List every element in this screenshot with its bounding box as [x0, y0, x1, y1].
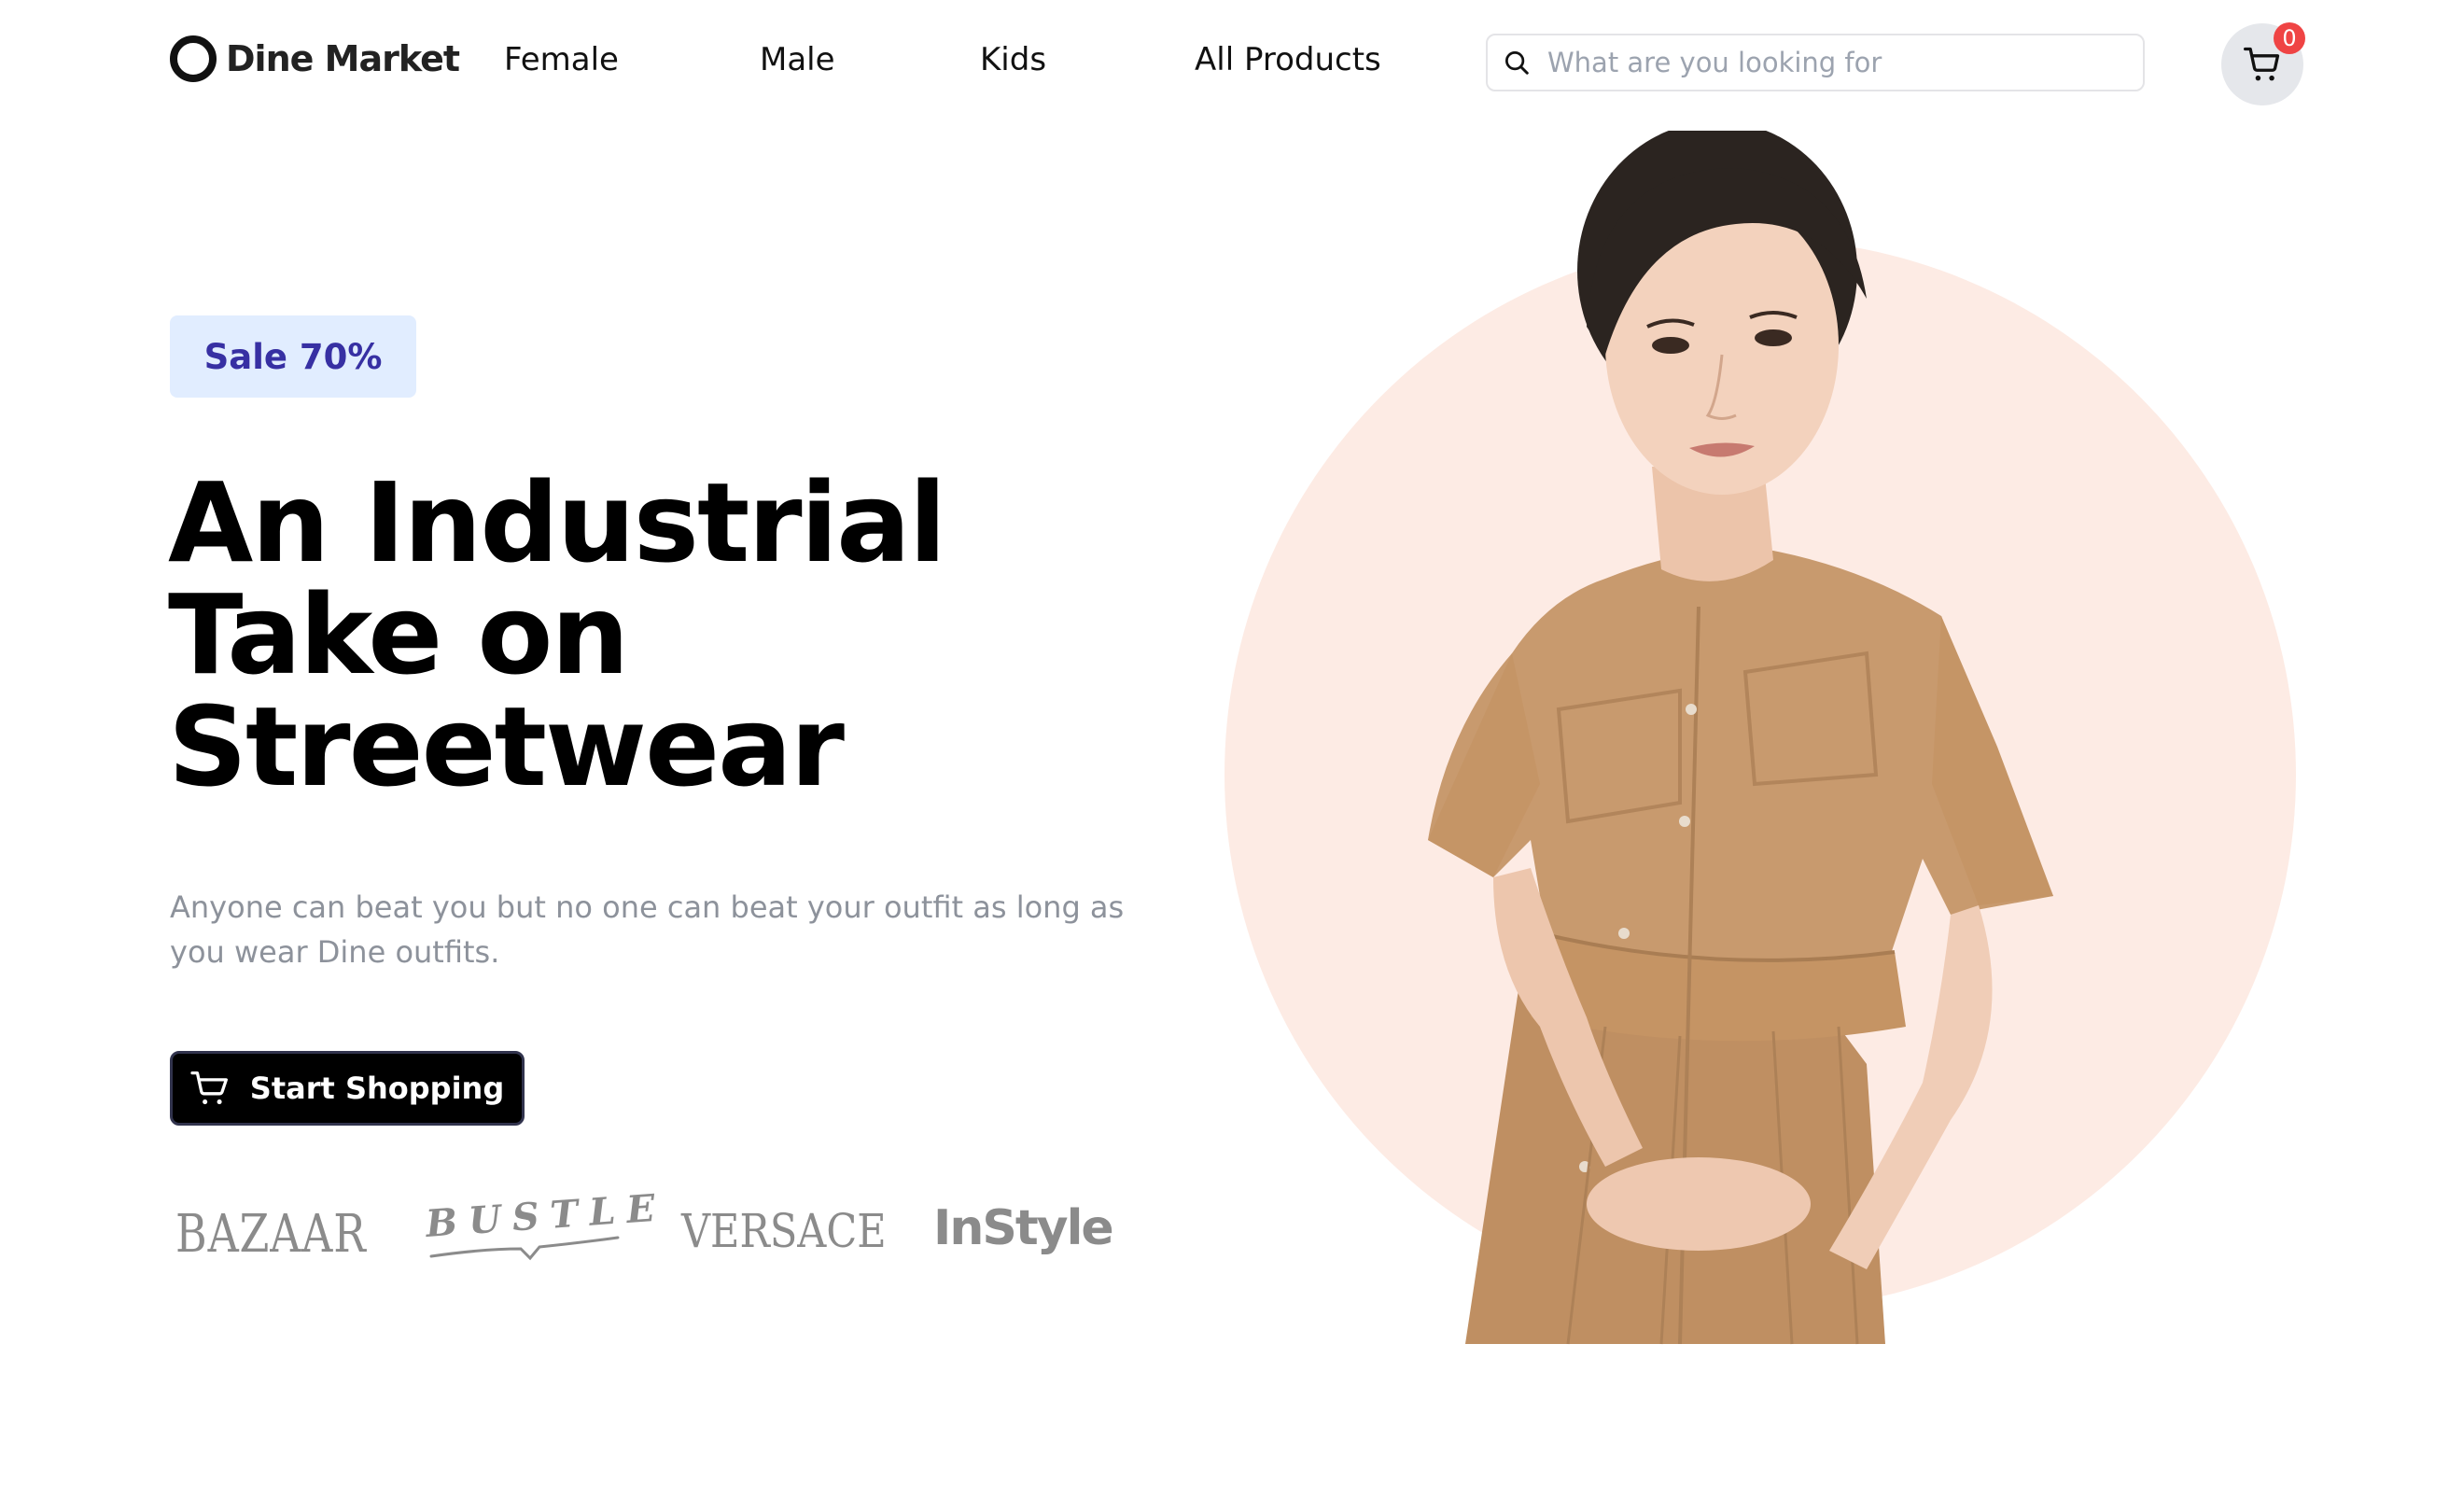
hero-title-line-3: Streetwear	[168, 682, 845, 811]
hero-title-line-1: An Industrial	[168, 458, 946, 587]
nav-item-female[interactable]: Female	[504, 41, 619, 78]
cart-icon	[190, 1071, 228, 1105]
ring-icon	[170, 35, 217, 82]
cart-icon	[2244, 47, 2280, 81]
bustle-logo: BUSTLE	[425, 1185, 667, 1266]
search-bar[interactable]	[1486, 34, 2145, 91]
nav-item-kids[interactable]: Kids	[980, 41, 1046, 78]
hero-image	[1224, 131, 2296, 1345]
bazaar-logo: BAZAAR	[175, 1204, 367, 1265]
search-icon	[1505, 51, 1529, 75]
sale-badge: Sale 70%	[170, 315, 416, 398]
versace-logo: VERSACE	[681, 1204, 887, 1258]
start-shopping-label: Start Shopping	[249, 1071, 505, 1106]
site-header: Dine Market Female Male Kids All Product…	[0, 0, 2449, 131]
bustle-underline	[429, 1236, 620, 1261]
hero-description: Anyone can beat you but no one can beat …	[170, 889, 1125, 970]
search-input[interactable]	[1547, 47, 2107, 78]
brand-logo[interactable]: Dine Market	[170, 35, 460, 82]
start-shopping-button[interactable]: Start Shopping	[170, 1051, 525, 1126]
nav-item-male[interactable]: Male	[760, 41, 835, 78]
brand-name: Dine Market	[226, 38, 460, 79]
nav-item-all-products[interactable]: All Products	[1195, 41, 1381, 78]
hero-title-line-2: Take on	[168, 570, 629, 699]
hero-title: An Industrial Take on Streetwear	[168, 467, 1008, 803]
instyle-logo: InStyle	[933, 1200, 1114, 1256]
cart-count-badge: 0	[2274, 22, 2305, 54]
